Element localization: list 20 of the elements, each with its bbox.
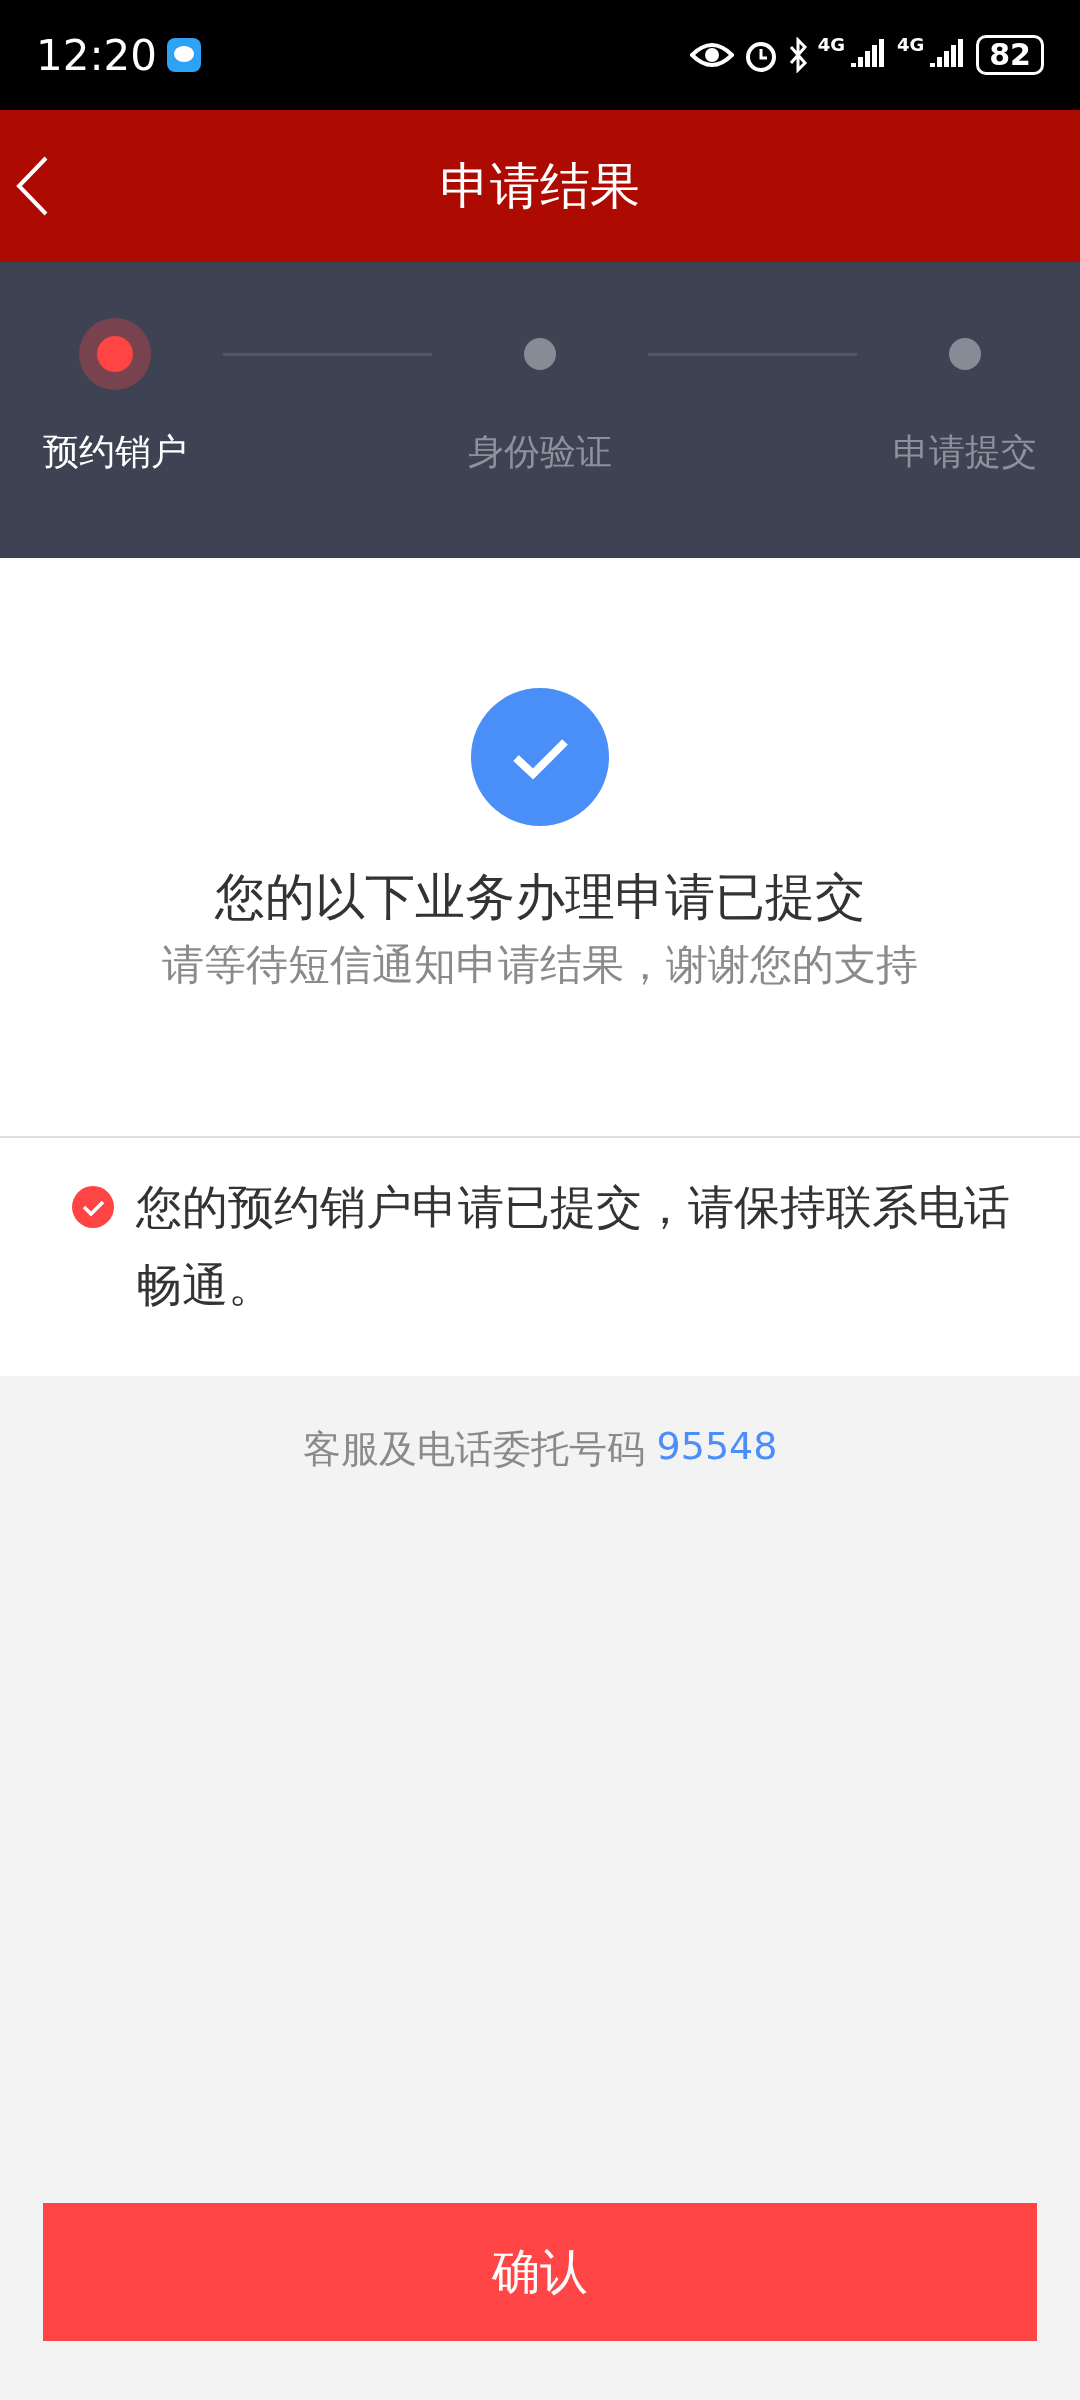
network-label: 4G [817, 33, 845, 55]
result-subtitle: 请等待短信通知申请结果，谢谢您的支持 [162, 939, 918, 991]
phone-link[interactable]: 95548 [656, 1424, 778, 1475]
step-label: 申请提交 [893, 430, 1037, 474]
battery-level: 82 [976, 35, 1044, 75]
check-icon [72, 1186, 114, 1228]
notice-text: 您的预约销户申请已提交，请保持联系电话畅通。 [136, 1179, 1011, 1314]
back-icon[interactable] [16, 156, 48, 216]
result-title: 您的以下业务办理申请已提交 [215, 867, 865, 928]
bluetooth-icon [787, 37, 808, 73]
page-title: 申请结果 [440, 155, 640, 217]
clock: 12:20 [36, 30, 158, 80]
step-label: 身份验证 [468, 430, 612, 474]
message-icon [167, 38, 202, 72]
eye-icon [689, 40, 734, 70]
hotline-label: 客服及电话委托号码 [302, 1426, 645, 1473]
network-label: 4G [896, 33, 925, 55]
success-check-icon [471, 688, 609, 826]
step-label: 预约销户 [43, 430, 187, 474]
confirm-button[interactable]: 确认 [43, 2203, 1037, 2341]
